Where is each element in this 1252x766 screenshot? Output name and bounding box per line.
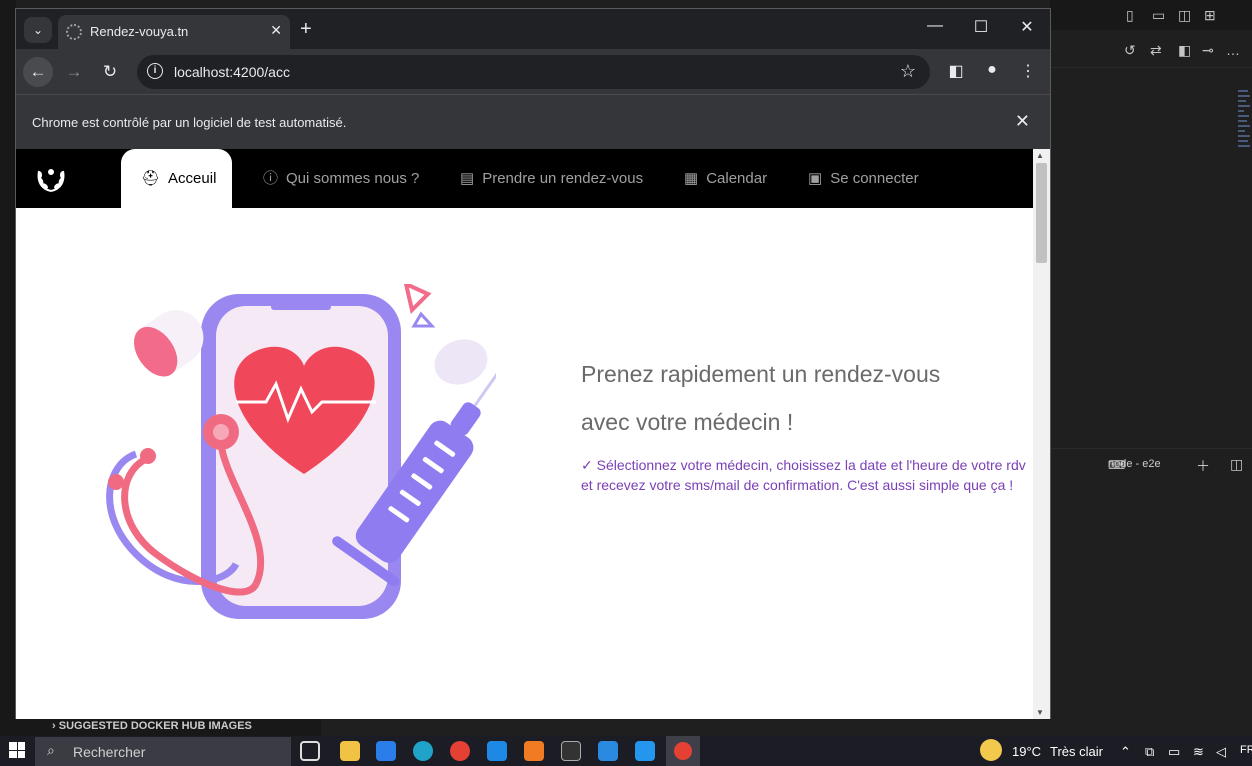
layout-split-icon[interactable]: ◫ (1178, 7, 1191, 24)
outlook-icon[interactable] (487, 741, 507, 761)
loading-favicon-icon (66, 24, 82, 40)
nav-qui-label: Qui sommes nous ? (286, 170, 420, 187)
terminal-app-icon[interactable] (561, 741, 581, 761)
docker-icon[interactable] (635, 741, 655, 761)
weather-desc[interactable]: Très clair (1050, 744, 1103, 759)
nav-calendar-label: Calendar (706, 170, 768, 187)
history-icon[interactable]: ↺ (1124, 42, 1136, 59)
side-panel-icon[interactable]: ◧ (944, 61, 968, 81)
hero-description: ✓ Sélectionnez votre médecin, choisissez… (581, 457, 1026, 493)
laurel-logo-icon (37, 169, 65, 192)
automation-infobar: Chrome est contrôlé par un logiciel de t… (16, 94, 1050, 149)
nav-rdv-label: Prendre un rendez-vous (482, 170, 644, 187)
edge-icon[interactable] (413, 741, 433, 761)
url-text[interactable]: localhost:4200/acc (174, 64, 290, 80)
address-bar[interactable]: i localhost:4200/acc ☆ (137, 55, 930, 89)
taskbar-search-text: Rechercher (73, 744, 146, 760)
vscode-editor-toolbar: ↺ ⇄ ◧ ⊸ … (1050, 34, 1252, 68)
device-icon[interactable]: ⧉ (1145, 744, 1154, 760)
git-compare-icon[interactable]: ⇄ (1150, 42, 1162, 59)
user-badge-icon: ▣ (808, 170, 823, 187)
windows-start-icon[interactable] (9, 742, 25, 758)
tab-search-button[interactable]: ⌄ (24, 17, 52, 43)
menu-kebab-icon[interactable]: ⋮ (1016, 61, 1040, 81)
chrome-active-icon[interactable] (666, 736, 700, 766)
vscode-minimap (1238, 90, 1252, 310)
scroll-up-icon[interactable]: ▲ (1036, 151, 1044, 160)
layout-sidebar-icon[interactable]: ▯ (1126, 7, 1134, 24)
document-icon: ▤ (460, 170, 475, 187)
docker-panel-header[interactable]: › SUGGESTED DOCKER HUB IMAGES (16, 717, 321, 736)
browser-tab[interactable]: Rendez-vouya.tn ✕ (58, 15, 290, 49)
calendar-icon: ▦ (684, 170, 699, 187)
chrome-icon[interactable] (450, 741, 470, 761)
wifi-icon[interactable]: ≋ (1193, 744, 1204, 760)
xampp-icon[interactable] (524, 741, 544, 761)
nav-calendar[interactable]: ▦ Calendar (684, 149, 767, 208)
add-terminal-icon[interactable]: ＋ (1196, 456, 1210, 476)
vscode-icon[interactable] (598, 741, 618, 761)
nav-acceuil[interactable]: ⛑ Acceuil (121, 149, 233, 208)
docker-panel-label: SUGGESTED DOCKER HUB IMAGES (58, 720, 252, 732)
forward-button[interactable]: → (59, 57, 89, 87)
scroll-down-icon[interactable]: ▼ (1036, 708, 1044, 717)
page-scrollbar[interactable]: ▲ ▼ (1033, 149, 1050, 719)
browser-window: ⌄ Rendez-vouya.tn ✕ + — ☐ ✕ ← → ↻ i loca… (15, 8, 1051, 719)
nav-se-connecter[interactable]: ▣ Se connecter (808, 149, 919, 208)
vscode-activity-bar (0, 0, 16, 736)
maximize-icon[interactable]: ☐ (966, 17, 996, 37)
split-terminal-icon[interactable]: ◫ (1230, 456, 1243, 473)
chevron-up-icon[interactable]: ⌃ (1120, 744, 1131, 760)
nav-connecter-label: Se connecter (830, 170, 919, 187)
layout-grid-icon[interactable]: ⊞ (1204, 7, 1216, 24)
close-infobar-icon[interactable]: ✕ (1015, 111, 1030, 132)
close-tab-icon[interactable]: ✕ (270, 22, 282, 39)
weather-temp[interactable]: 19°C (1012, 744, 1041, 759)
back-button[interactable]: ← (23, 57, 53, 87)
chevron-right-icon: › (52, 720, 59, 732)
language-indicator[interactable]: FR (1240, 744, 1252, 756)
volume-icon[interactable]: ◁ (1216, 744, 1226, 760)
infobar-text: Chrome est contrôlé par un logiciel de t… (32, 115, 347, 130)
mail-icon[interactable] (376, 741, 396, 761)
page-viewport: ⛑ Acceuil ⓘ Qui sommes nous ? ▤ Prendre … (16, 149, 1050, 719)
reload-button[interactable]: ↻ (95, 57, 125, 87)
bookmark-star-icon[interactable]: ☆ (900, 61, 916, 82)
battery-icon[interactable]: ▭ (1168, 744, 1180, 760)
hero-title-line1: Prenez rapidement un rendez-vous (581, 361, 941, 387)
tab-title: Rendez-vouya.tn (90, 24, 189, 39)
split-editor-icon[interactable]: ◧ (1178, 42, 1191, 59)
toggle-icon[interactable]: ⊸ (1202, 42, 1214, 59)
info-icon: ⓘ (263, 170, 279, 187)
file-explorer-icon[interactable] (340, 741, 360, 761)
close-window-icon[interactable]: ✕ (1012, 17, 1042, 37)
nav-qui-sommes-nous[interactable]: ⓘ Qui sommes nous ? (263, 149, 419, 208)
new-tab-button[interactable]: + (300, 18, 312, 41)
hero-title-line2: avec votre médecin ! (581, 409, 794, 435)
windows-taskbar: ⌕ Rechercher 19°C Très clair ⌃ ⧉ ▭ ≋ ◁ F… (0, 736, 1252, 766)
nav-acceuil-label: Acceuil (168, 170, 217, 187)
browser-toolbar: ← → ↻ i localhost:4200/acc ☆ ◧ ● ⋮ (16, 49, 1050, 94)
profile-icon[interactable]: ● (980, 61, 1004, 79)
vscode-title-bar: ▯ ▭ ◫ ⊞ (1050, 0, 1252, 30)
task-view-icon[interactable] (300, 741, 320, 761)
site-info-icon[interactable]: i (147, 63, 163, 79)
layout-panel-icon[interactable]: ▭ (1152, 7, 1165, 24)
tab-strip: ⌄ Rendez-vouya.tn ✕ + — ☐ ✕ (16, 9, 1050, 49)
more-icon[interactable]: … (1226, 42, 1240, 58)
medical-phone-illustration (106, 284, 496, 619)
taskbar-search[interactable]: ⌕ Rechercher (35, 737, 291, 766)
first-aid-icon: ⛑ (141, 170, 161, 187)
search-icon: ⌕ (47, 742, 55, 758)
chevron-down-icon: ⌄ (32, 23, 44, 37)
weather-icon[interactable] (980, 739, 1002, 761)
minimize-icon[interactable]: — (920, 17, 950, 35)
nav-prendre-rdv[interactable]: ▤ Prendre un rendez-vous (460, 149, 643, 208)
terminal-label[interactable]: node - e2e (1108, 458, 1161, 470)
scroll-thumb[interactable] (1036, 163, 1047, 263)
site-navbar: ⛑ Acceuil ⓘ Qui sommes nous ? ▤ Prendre … (16, 149, 1033, 208)
